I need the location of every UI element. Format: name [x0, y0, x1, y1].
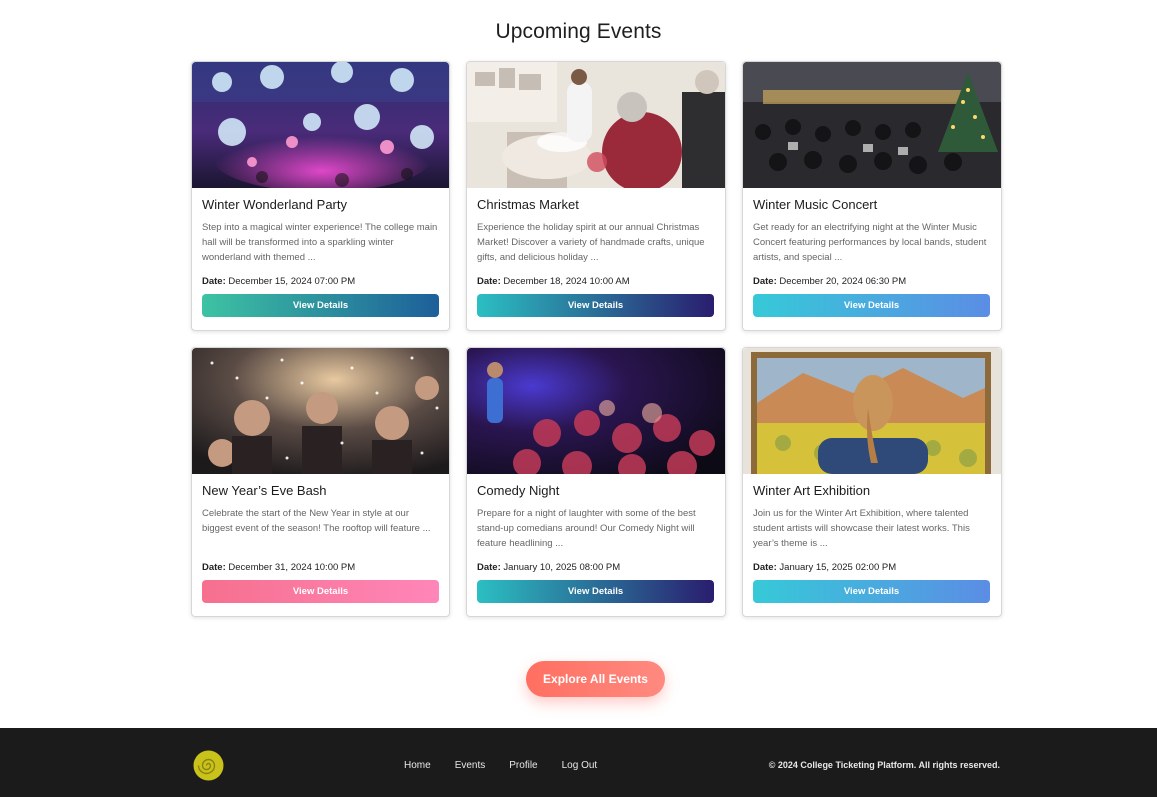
- view-details-button[interactable]: View Details: [753, 294, 990, 317]
- footer-link-home[interactable]: Home: [404, 760, 431, 771]
- event-date: Date: December 20, 2024 06:30 PM: [753, 276, 991, 290]
- spiral-logo-icon[interactable]: [193, 750, 224, 781]
- event-image: [743, 62, 1001, 188]
- event-card: Winter Music Concert Get ready for an el…: [742, 61, 1002, 331]
- date-value: January 15, 2025 02:00 PM: [779, 562, 897, 573]
- event-image: [467, 62, 725, 188]
- date-label: Date:: [753, 562, 777, 573]
- event-description: Celebrate the start of the New Year in s…: [202, 508, 431, 534]
- date-value: December 31, 2024 10:00 PM: [228, 562, 356, 573]
- event-image: [192, 62, 449, 188]
- event-description: Experience the holiday spirit at our ann…: [477, 222, 705, 263]
- date-label: Date:: [477, 562, 501, 573]
- event-card: Winter Art Exhibition Join us for the Wi…: [742, 347, 1002, 617]
- event-image: [467, 348, 725, 474]
- date-label: Date:: [477, 276, 501, 287]
- event-description: Get ready for an electrifying night at t…: [753, 222, 987, 263]
- event-description: Join us for the Winter Art Exhibition, w…: [753, 508, 970, 549]
- date-value: December 15, 2024 07:00 PM: [228, 276, 356, 287]
- copyright-text: © 2024 College Ticketing Platform. All r…: [768, 760, 1000, 770]
- event-card: Christmas Market Experience the holiday …: [466, 61, 726, 331]
- event-title: Winter Wonderland Party: [202, 197, 347, 212]
- explore-all-events-button[interactable]: Explore All Events: [526, 661, 665, 697]
- footer-link-logout[interactable]: Log Out: [562, 760, 598, 771]
- event-title: New Year’s Eve Bash: [202, 483, 327, 498]
- event-image: [192, 348, 449, 474]
- event-description: Prepare for a night of laughter with som…: [477, 508, 696, 549]
- view-details-button[interactable]: View Details: [477, 294, 714, 317]
- event-date: Date: December 15, 2024 07:00 PM: [202, 276, 439, 290]
- date-value: December 18, 2024 10:00 AM: [503, 276, 630, 287]
- event-date: Date: January 15, 2025 02:00 PM: [753, 562, 991, 576]
- date-label: Date:: [202, 562, 226, 573]
- date-label: Date:: [753, 276, 777, 287]
- view-details-button[interactable]: View Details: [753, 580, 990, 603]
- event-image: [743, 348, 1001, 474]
- event-title: Comedy Night: [477, 483, 560, 498]
- view-details-button[interactable]: View Details: [202, 294, 439, 317]
- event-date: Date: January 10, 2025 08:00 PM: [477, 562, 715, 576]
- footer-link-profile[interactable]: Profile: [509, 760, 537, 771]
- event-title: Christmas Market: [477, 197, 579, 212]
- event-card: Winter Wonderland Party Step into a magi…: [191, 61, 450, 331]
- event-title: Winter Art Exhibition: [753, 483, 871, 498]
- event-card: New Year’s Eve Bash Celebrate the start …: [191, 347, 450, 617]
- view-details-button[interactable]: View Details: [202, 580, 439, 603]
- view-details-button[interactable]: View Details: [477, 580, 714, 603]
- event-title: Winter Music Concert: [753, 197, 878, 212]
- footer-nav: Home Events Profile Log Out: [404, 760, 621, 771]
- date-label: Date:: [202, 276, 226, 287]
- event-description: Step into a magical winter experience! T…: [202, 222, 438, 263]
- event-date: Date: December 18, 2024 10:00 AM: [477, 276, 715, 290]
- footer-link-events[interactable]: Events: [455, 760, 486, 771]
- date-value: January 10, 2025 08:00 PM: [503, 562, 621, 573]
- date-value: December 20, 2024 06:30 PM: [779, 276, 907, 287]
- footer: Home Events Profile Log Out © 2024 Colle…: [0, 728, 1157, 797]
- event-date: Date: December 31, 2024 10:00 PM: [202, 562, 439, 576]
- events-grid: Winter Wonderland Party Step into a magi…: [191, 61, 1002, 617]
- event-card: Comedy Night Prepare for a night of laug…: [466, 347, 726, 617]
- page-title: Upcoming Events: [495, 20, 662, 43]
